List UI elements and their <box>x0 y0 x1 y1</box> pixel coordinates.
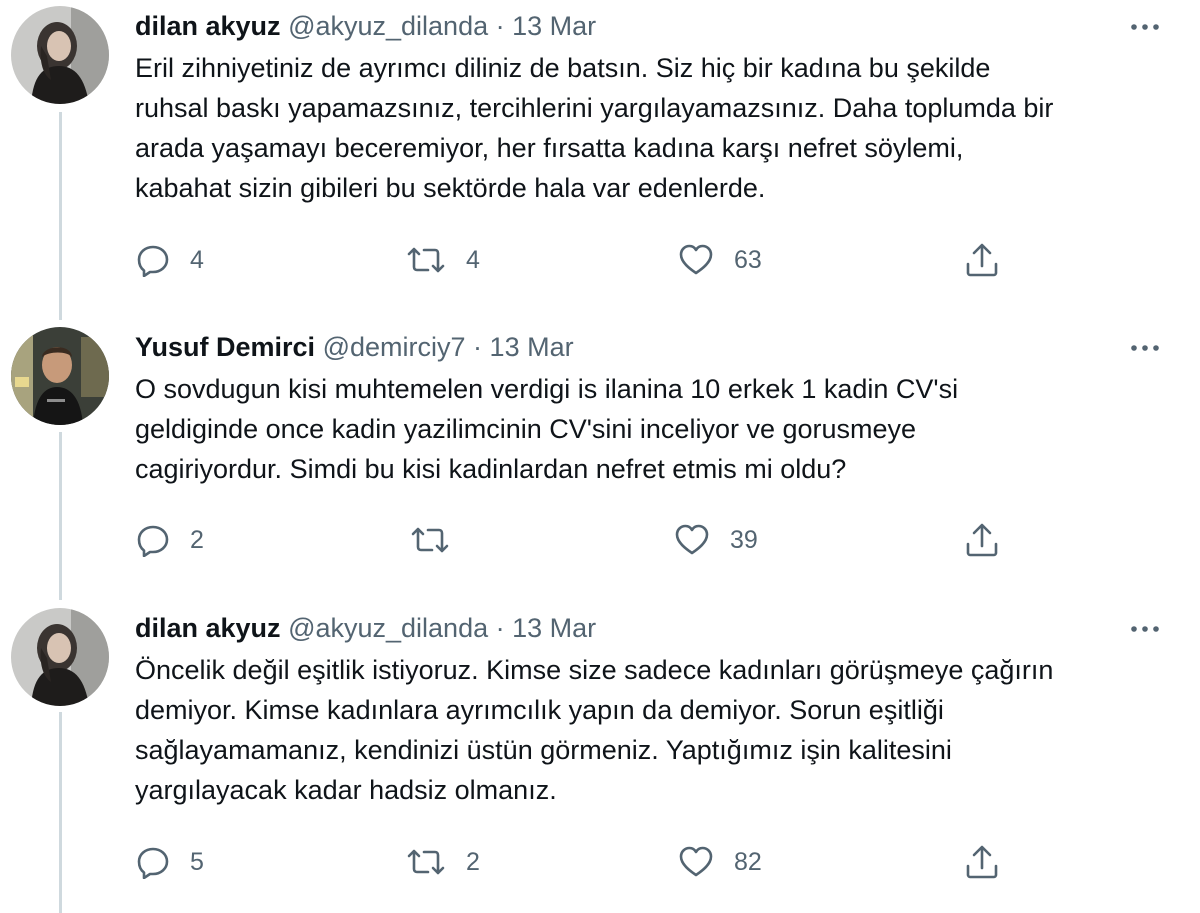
separator: · <box>495 11 505 41</box>
tweet-actions: 4 4 63 <box>0 240 1200 280</box>
tweet-text-line: Öncelik değil eşitlik istiyoruz. Kimse s… <box>135 655 1054 685</box>
like-count: 39 <box>730 525 758 554</box>
share-button[interactable] <box>964 842 1000 882</box>
like-button[interactable]: 63 <box>678 240 762 280</box>
tweet-text-line: cagiriyordur. Simdi bu kisi kadinlardan … <box>135 454 847 484</box>
tweet[interactable]: dilan akyuz @akyuz_dilanda · 13 Mar Eril… <box>0 0 1200 320</box>
like-icon <box>674 523 710 557</box>
reply-icon <box>136 845 170 879</box>
tweet-text-line: geldiginde once kadin yazilimcinin CV'si… <box>135 414 917 444</box>
tweet-text: Öncelik değil eşitlik istiyoruz. Kimse s… <box>135 650 1175 810</box>
share-icon <box>964 242 1000 278</box>
retweet-button[interactable]: 2 <box>406 842 480 882</box>
tweet-text-line: yargılayacak kadar hadsiz olmanız. <box>135 775 557 805</box>
share-button[interactable] <box>964 520 1000 560</box>
retweet-icon <box>406 845 446 879</box>
retweet-count: 4 <box>466 245 480 274</box>
more-icon[interactable] <box>1128 10 1162 44</box>
reply-button[interactable]: 5 <box>136 842 204 882</box>
reply-count: 2 <box>190 525 204 554</box>
tweet[interactable]: Yusuf Demirci @demirciy7 · 13 Mar O sovd… <box>0 321 1200 601</box>
tweet[interactable]: dilan akyuz @akyuz_dilanda · 13 Mar Önce… <box>0 602 1200 913</box>
retweet-icon <box>406 243 446 277</box>
tweet-text-line: arada yaşamayı beceremiyor, her fırsatta… <box>135 133 964 163</box>
tweet-text-line: O sovdugun kisi muhtemelen verdigi is il… <box>135 374 959 404</box>
like-button[interactable]: 82 <box>678 842 762 882</box>
more-icon[interactable] <box>1128 331 1162 365</box>
like-icon <box>678 243 714 277</box>
reply-icon <box>136 523 170 557</box>
tweet-header: dilan akyuz @akyuz_dilanda · 13 Mar <box>135 8 596 44</box>
retweet-button[interactable]: 4 <box>406 240 480 280</box>
share-icon <box>964 844 1000 880</box>
tweet-header: dilan akyuz @akyuz_dilanda · 13 Mar <box>135 610 596 646</box>
more-icon[interactable] <box>1128 612 1162 646</box>
reply-icon <box>136 243 170 277</box>
author-handle[interactable]: @akyuz_dilanda <box>288 613 488 643</box>
retweet-count: 2 <box>466 847 480 876</box>
tweet-date[interactable]: 13 Mar <box>512 11 596 41</box>
avatar[interactable] <box>11 608 109 706</box>
author-name[interactable]: dilan akyuz <box>135 613 281 643</box>
like-count: 82 <box>734 847 762 876</box>
reply-button[interactable]: 4 <box>136 240 204 280</box>
tweet-header: Yusuf Demirci @demirciy7 · 13 Mar <box>135 329 574 365</box>
tweet-text-line: demiyor. Kimse kadınlara ayrımcılık yapı… <box>135 695 944 725</box>
like-button[interactable]: 39 <box>674 520 758 560</box>
retweet-button[interactable] <box>410 520 450 560</box>
share-button[interactable] <box>964 240 1000 280</box>
tweet-text-line: ruhsal baskı yapamazsınız, tercihlerini … <box>135 93 1054 123</box>
author-name[interactable]: dilan akyuz <box>135 11 281 41</box>
separator: · <box>495 613 505 643</box>
like-icon <box>678 845 714 879</box>
tweet-date[interactable]: 13 Mar <box>490 332 574 362</box>
author-handle[interactable]: @demirciy7 <box>323 332 466 362</box>
avatar[interactable] <box>11 327 109 425</box>
like-count: 63 <box>734 245 762 274</box>
tweet-actions: 5 2 82 <box>0 842 1200 882</box>
separator: · <box>473 332 483 362</box>
author-handle[interactable]: @akyuz_dilanda <box>288 11 488 41</box>
tweet-text-line: Eril zihniyetiniz de ayrımcı diliniz de … <box>135 53 991 83</box>
tweet-text-line: kabahat sizin gibileri bu sektörde hala … <box>135 173 766 203</box>
reply-count: 4 <box>190 245 204 274</box>
share-icon <box>964 522 1000 558</box>
tweet-text: O sovdugun kisi muhtemelen verdigi is il… <box>135 369 1175 489</box>
tweet-actions: 2 39 <box>0 520 1200 560</box>
tweet-text-line: sağlayamamanız, kendinizi üstün görmeniz… <box>135 735 952 765</box>
reply-button[interactable]: 2 <box>136 520 204 560</box>
tweet-date[interactable]: 13 Mar <box>512 613 596 643</box>
tweet-text: Eril zihniyetiniz de ayrımcı diliniz de … <box>135 48 1175 208</box>
author-name[interactable]: Yusuf Demirci <box>135 332 315 362</box>
avatar[interactable] <box>11 6 109 104</box>
retweet-icon <box>410 523 450 557</box>
reply-count: 5 <box>190 847 204 876</box>
